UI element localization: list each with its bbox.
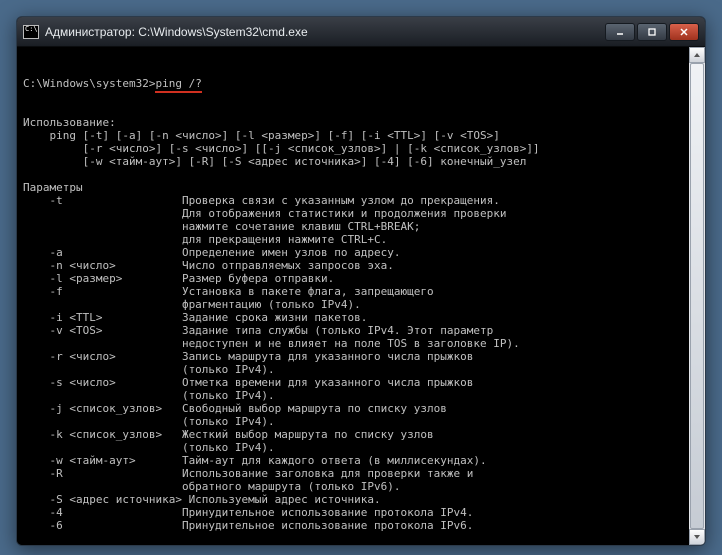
output-line: -t Проверка связи с указанным узлом до п… bbox=[23, 194, 699, 207]
output-line: для прекращения нажмите CTRL+C. bbox=[23, 233, 699, 246]
output-line: -r <число> Запись маршрута для указанног… bbox=[23, 350, 699, 363]
blank-line bbox=[23, 90, 699, 103]
output-line: -a Определение имен узлов по адресу. bbox=[23, 246, 699, 259]
output-line: -n <число> Число отправляемых запросов э… bbox=[23, 259, 699, 272]
output-line: фрагментацию (только IPv4). bbox=[23, 298, 699, 311]
output-line bbox=[23, 103, 699, 116]
output-line: -v <TOS> Задание типа службы (только IPv… bbox=[23, 324, 699, 337]
cmd-icon bbox=[23, 25, 39, 39]
output-line: -k <список_узлов> Жесткий выбор маршрута… bbox=[23, 428, 699, 441]
output-line: [-w <тайм-аут>] [-R] [-S <адрес источник… bbox=[23, 155, 699, 168]
output-line: -S <адрес источника> Используемый адрес … bbox=[23, 493, 699, 506]
output-line: (только IPv4). bbox=[23, 363, 699, 376]
output-line: -w <тайм-аут> Тайм-аут для каждого ответ… bbox=[23, 454, 699, 467]
vertical-scrollbar[interactable] bbox=[689, 47, 705, 545]
scroll-track[interactable] bbox=[689, 63, 705, 529]
output-line bbox=[23, 532, 699, 545]
output-line: -R Использование заголовка для проверки … bbox=[23, 467, 699, 480]
output-line: ping [-t] [-a] [-n <число>] [-l <размер>… bbox=[23, 129, 699, 142]
close-button[interactable] bbox=[669, 23, 699, 41]
output-line: -l <размер> Размер буфера отправки. bbox=[23, 272, 699, 285]
prompt-line: C:\Windows\system32>ping /? bbox=[23, 77, 699, 90]
typed-command: ping /? bbox=[155, 77, 201, 93]
output-line: (только IPv4). bbox=[23, 415, 699, 428]
output-line: -f Установка в пакете флага, запрещающег… bbox=[23, 285, 699, 298]
terminal-output[interactable]: C:\Windows\system32>ping /? Использовани… bbox=[17, 47, 705, 545]
output-line: Использование: bbox=[23, 116, 699, 129]
maximize-button[interactable] bbox=[637, 23, 667, 41]
scroll-down-button[interactable] bbox=[689, 529, 705, 545]
minimize-button[interactable] bbox=[605, 23, 635, 41]
output-line: (только IPv4). bbox=[23, 441, 699, 454]
output-line: Для отображения статистики и продолжения… bbox=[23, 207, 699, 220]
output-line: -i <TTL> Задание срока жизни пакетов. bbox=[23, 311, 699, 324]
output-line: [-r <число>] [-s <число>] [[-j <список_у… bbox=[23, 142, 699, 155]
prompt-path: C:\Windows\system32> bbox=[23, 77, 155, 90]
scroll-up-button[interactable] bbox=[689, 47, 705, 63]
output-line: -6 Принудительное использование протокол… bbox=[23, 519, 699, 532]
output-line: Параметры bbox=[23, 181, 699, 194]
titlebar[interactable]: Администратор: C:\Windows\System32\cmd.e… bbox=[17, 17, 705, 47]
window-title: Администратор: C:\Windows\System32\cmd.e… bbox=[45, 25, 605, 39]
window-buttons bbox=[605, 23, 699, 41]
output-line: (только IPv4). bbox=[23, 389, 699, 402]
output-line: -s <число> Отметка времени для указанног… bbox=[23, 376, 699, 389]
output-line: обратного маршрута (только IPv6). bbox=[23, 480, 699, 493]
output-line: -4 Принудительное использование протокол… bbox=[23, 506, 699, 519]
output-line: -j <список_узлов> Свободный выбор маршру… bbox=[23, 402, 699, 415]
output-line: нажмите сочетание клавиш CTRL+BREAK; bbox=[23, 220, 699, 233]
output-line bbox=[23, 168, 699, 181]
cmd-window: Администратор: C:\Windows\System32\cmd.e… bbox=[16, 16, 706, 546]
output-line: недоступен и не влияет на поле TOS в заг… bbox=[23, 337, 699, 350]
scroll-thumb[interactable] bbox=[690, 63, 704, 529]
